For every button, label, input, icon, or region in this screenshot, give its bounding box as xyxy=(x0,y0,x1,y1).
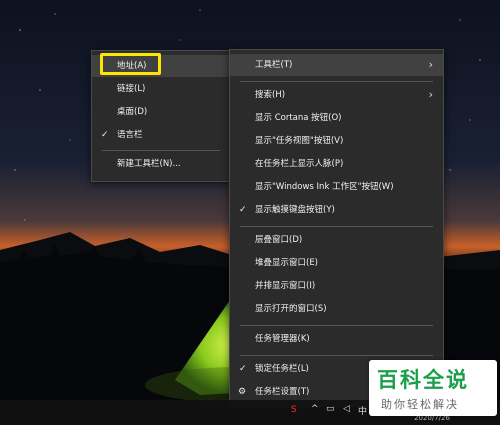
address-highlight-box xyxy=(100,53,161,75)
chevron-up-icon[interactable]: ^ xyxy=(311,404,319,414)
checkmark-icon: ✓ xyxy=(101,130,109,140)
sogou-icon[interactable]: S xyxy=(291,405,297,415)
menu-separator xyxy=(240,226,433,227)
task-view-button-label: 显示"任务视图"按钮(V) xyxy=(255,136,344,146)
people-item[interactable]: 在任务栏上显示人脉(P) xyxy=(230,153,443,175)
menu-separator xyxy=(240,325,433,326)
chevron-right-icon: › xyxy=(428,88,433,101)
side-by-side-windows-label: 并排显示窗口(I) xyxy=(255,281,316,291)
menu-separator xyxy=(102,150,220,151)
toolbar-desktop-item[interactable]: 桌面(D) xyxy=(92,101,230,123)
stacked-windows-label: 堆叠显示窗口(E) xyxy=(255,258,319,268)
new-toolbar-label: 新建工具栏(N)... xyxy=(117,159,181,169)
taskbar-settings-label: 任务栏设置(T) xyxy=(255,387,310,397)
cortana-button-label: 显示 Cortana 按钮(O) xyxy=(255,113,342,123)
network-icon[interactable]: ▭ xyxy=(326,404,335,414)
toolbar-language-bar-item[interactable]: ✓ 语言栏 xyxy=(92,124,230,146)
search-menu-item[interactable]: 搜索(H) › xyxy=(230,84,443,106)
people-label: 在任务栏上显示人脉(P) xyxy=(255,159,344,169)
task-view-button-item[interactable]: 显示"任务视图"按钮(V) xyxy=(230,130,443,152)
chevron-right-icon: › xyxy=(428,58,433,71)
ime-icon[interactable]: 中 xyxy=(358,404,367,417)
touch-keyboard-label: 显示触摸键盘按钮(Y) xyxy=(255,205,335,215)
toolbars-menu-label: 工具栏(T) xyxy=(255,60,293,70)
show-open-windows-label: 显示打开的窗口(S) xyxy=(255,304,327,314)
lock-taskbar-label: 锁定任务栏(L) xyxy=(255,364,309,374)
checkmark-icon: ✓ xyxy=(239,205,247,215)
menu-separator xyxy=(240,81,433,82)
cascade-windows-item[interactable]: 层叠窗口(D) xyxy=(230,229,443,251)
new-toolbar-item[interactable]: 新建工具栏(N)... xyxy=(92,153,230,175)
stacked-windows-item[interactable]: 堆叠显示窗口(E) xyxy=(230,252,443,274)
volume-icon[interactable]: ◁ xyxy=(343,404,350,414)
side-by-side-windows-item[interactable]: 并排显示窗口(I) xyxy=(230,275,443,297)
cascade-windows-label: 层叠窗口(D) xyxy=(255,235,303,245)
toolbar-desktop-label: 桌面(D) xyxy=(117,107,148,117)
watermark-badge: 百科全说 助你轻松解决 xyxy=(369,360,497,416)
show-open-windows-item[interactable]: 显示打开的窗口(S) xyxy=(230,298,443,320)
taskbar-context-menu: 工具栏(T) › 搜索(H) › 显示 Cortana 按钮(O) 显示"任务视… xyxy=(229,49,444,407)
menu-separator xyxy=(240,355,433,356)
watermark-title: 百科全说 xyxy=(377,368,469,392)
windows-ink-item[interactable]: 显示"Windows Ink 工作区"按钮(W) xyxy=(230,176,443,198)
checkmark-icon: ✓ xyxy=(239,364,247,374)
search-menu-label: 搜索(H) xyxy=(255,90,286,100)
toolbar-language-bar-label: 语言栏 xyxy=(117,130,143,140)
touch-keyboard-item[interactable]: ✓ 显示触摸键盘按钮(Y) xyxy=(230,199,443,221)
watermark-subtitle: 助你轻松解决 xyxy=(381,398,459,411)
cortana-button-item[interactable]: 显示 Cortana 按钮(O) xyxy=(230,107,443,129)
task-manager-label: 任务管理器(K) xyxy=(255,334,310,344)
toolbar-links-label: 链接(L) xyxy=(117,84,146,94)
task-manager-item[interactable]: 任务管理器(K) xyxy=(230,328,443,350)
toolbars-menu-item[interactable]: 工具栏(T) › xyxy=(230,54,443,76)
toolbar-links-item[interactable]: 链接(L) xyxy=(92,78,230,100)
windows-ink-label: 显示"Windows Ink 工作区"按钮(W) xyxy=(255,182,394,192)
